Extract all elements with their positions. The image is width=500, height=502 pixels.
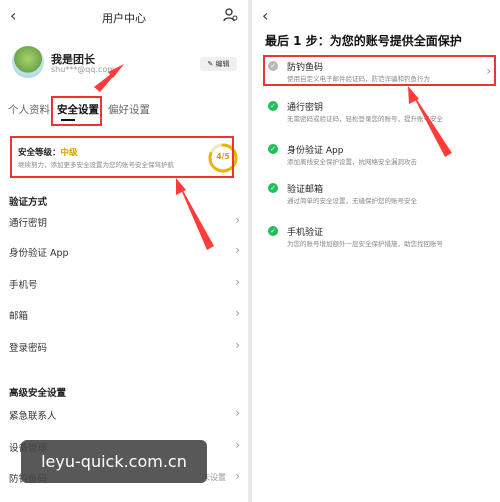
tab-profile[interactable]: 个人资料 bbox=[8, 102, 50, 117]
steps-heading: 最后 1 步：为您的账号提供全面保护 bbox=[265, 34, 462, 48]
chevron-right-icon: › bbox=[235, 469, 240, 483]
avatar[interactable] bbox=[12, 46, 44, 78]
advanced-item-emergency-contact[interactable]: 紧急联系人 › bbox=[9, 405, 240, 425]
verification-item-phone[interactable]: 手机号 › bbox=[9, 274, 240, 294]
verification-section-title: 验证方式 bbox=[9, 197, 48, 208]
profile-email: shu***@qq.com bbox=[51, 65, 116, 74]
top-bar: ‹ 用户中心 bbox=[0, 0, 248, 34]
security-steps-screen: ‹ 最后 1 步：为您的账号提供全面保护 ✓ 防钓鱼码 使用自定义电子邮件验证码… bbox=[252, 0, 500, 502]
chevron-right-icon: › bbox=[235, 213, 240, 227]
chevron-right-icon: › bbox=[235, 338, 240, 352]
verification-item-passkey[interactable]: 通行密钥 › bbox=[9, 212, 240, 232]
verification-item-authenticator[interactable]: 身份验证 App › bbox=[9, 242, 240, 262]
account-settings-icon[interactable] bbox=[222, 7, 238, 23]
step-verify-email[interactable]: ✓ 验证邮箱 通过简单的安全设置，无缝保护您的账号安全 bbox=[252, 182, 500, 222]
verification-item-email[interactable]: 邮箱 › bbox=[9, 305, 240, 325]
check-icon: ✓ bbox=[268, 226, 278, 236]
back-icon[interactable]: ‹ bbox=[262, 6, 268, 25]
chevron-right-icon: › bbox=[235, 306, 240, 320]
step-passkey[interactable]: ✓ 通行密钥 无需密码或验证码，轻松登录您的账号，提升账号安全 bbox=[252, 100, 500, 140]
edit-label: 编辑 bbox=[215, 60, 230, 68]
chevron-right-icon: › bbox=[235, 275, 240, 289]
tab-preferences[interactable]: 偏好设置 bbox=[108, 102, 150, 117]
verification-item-password[interactable]: 登录密码 › bbox=[9, 337, 240, 357]
advanced-section-title: 高级安全设置 bbox=[9, 388, 67, 399]
watermark: leyu-quick.com.cn bbox=[21, 440, 207, 483]
chevron-right-icon: › bbox=[235, 406, 240, 420]
highlight-box-security-card bbox=[10, 136, 234, 178]
user-center-screen: ‹ 用户中心 我是团长 shu***@qq.com ✎ 编辑 个人资料 安全设置… bbox=[0, 0, 248, 502]
settings-tabs: 个人资料 安全设置 偏好设置 bbox=[0, 102, 248, 124]
highlight-box-anti-phishing bbox=[263, 55, 496, 86]
check-icon: ✓ bbox=[268, 183, 278, 193]
edit-icon: ✎ bbox=[207, 60, 216, 68]
edit-profile-button[interactable]: ✎ 编辑 bbox=[200, 57, 237, 71]
step-authenticator[interactable]: ✓ 身份验证 App 添加离线安全保护设置，抗网络安全漏洞攻击 bbox=[252, 143, 500, 183]
chevron-right-icon: › bbox=[235, 438, 240, 452]
check-icon: ✓ bbox=[268, 144, 278, 154]
highlight-box-security-tab bbox=[51, 96, 102, 126]
check-icon: ✓ bbox=[268, 101, 278, 111]
step-verify-phone[interactable]: ✓ 手机验证 为您的账号增加额外一层安全保护措施，助您找回账号 bbox=[252, 225, 500, 265]
page-title: 用户中心 bbox=[102, 12, 146, 25]
chevron-right-icon: › bbox=[235, 243, 240, 257]
